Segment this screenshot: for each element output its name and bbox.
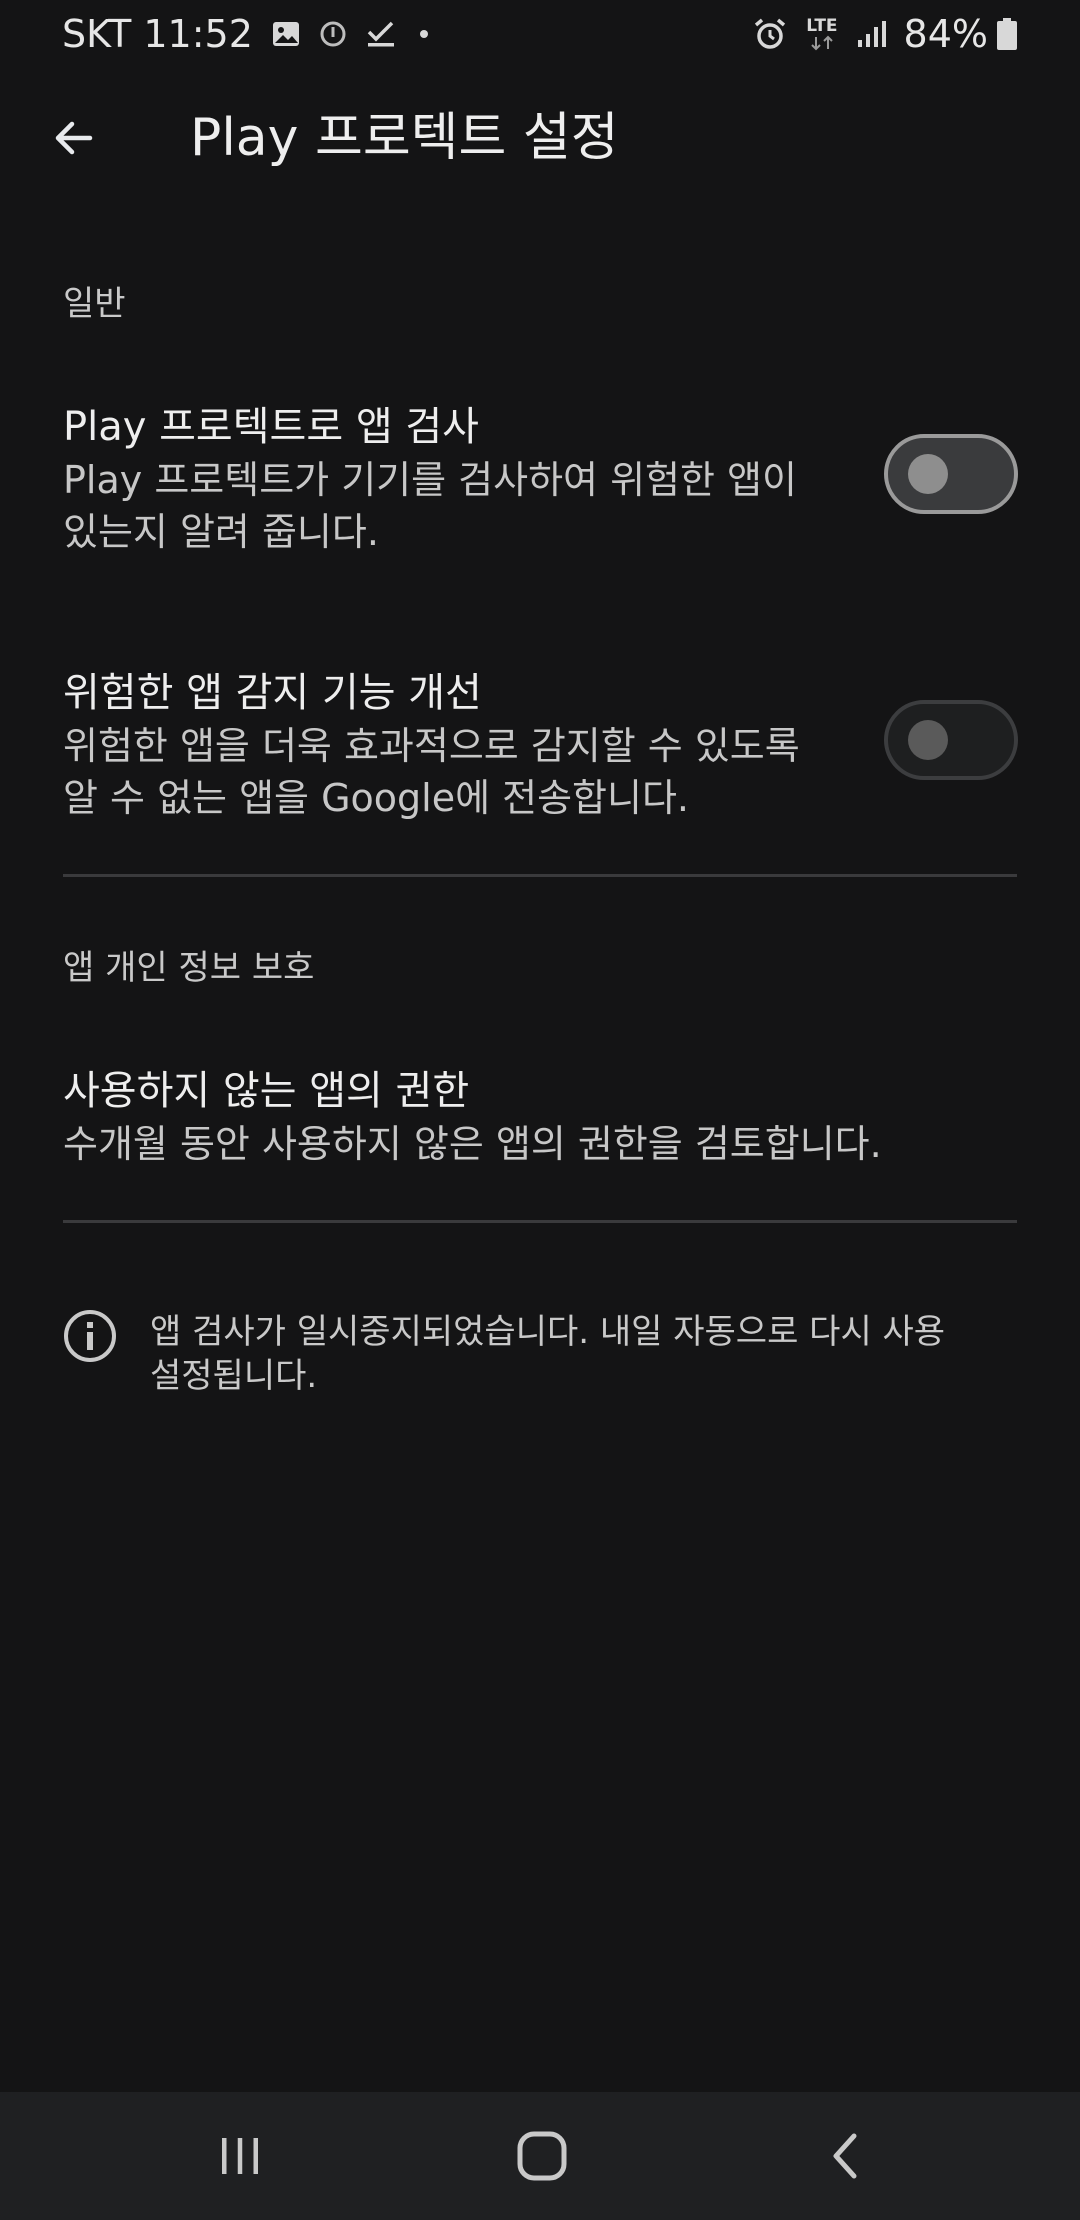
status-bar: SKT 11:52 LTE 84%: [0, 0, 1080, 68]
setting-description: Play 프로텍트가 기기를 검사하여 위험한 앱이 있는지 알려 줍니다.: [63, 454, 853, 558]
setting-description-line: Play 프로텍트가 기기를 검사하여 위험한 앱이: [63, 458, 797, 502]
gallery-icon: [271, 19, 301, 49]
toggle-knob: [908, 454, 948, 494]
setting-improve-detection[interactable]: 위험한 앱 감지 기능 개선 위험한 앱을 더욱 효과적으로 감지할 수 있도록…: [0, 652, 1080, 842]
signal-icon: [856, 19, 886, 49]
improve-detection-toggle[interactable]: [884, 700, 1018, 780]
page-title: Play 프로텍트 설정: [190, 108, 619, 168]
setting-title: 위험한 앱 감지 기능 개선: [63, 670, 482, 716]
lte-icon: LTE: [806, 15, 838, 51]
recents-button[interactable]: [200, 2116, 280, 2196]
setting-unused-permissions[interactable]: 사용하지 않는 앱의 권한 수개월 동안 사용하지 않은 앱의 권한을 검토합니…: [0, 1050, 1080, 1190]
setting-title: 사용하지 않는 앱의 권한: [63, 1068, 470, 1114]
status-right: LTE 84%: [752, 12, 1018, 56]
scan-apps-toggle[interactable]: [884, 434, 1018, 514]
back-icon: [833, 2133, 857, 2179]
info-note: 앱 검사가 일시중지되었습니다. 내일 자동으로 다시 사용 설정됩니다.: [0, 1306, 1080, 1406]
info-text-line: 설정됩니다.: [150, 1356, 318, 1396]
arrow-left-icon: [55, 121, 93, 155]
carrier-time: SKT 11:52: [62, 12, 253, 56]
status-left: SKT 11:52: [62, 12, 433, 56]
navigation-bar: [0, 2092, 1080, 2220]
setting-description: 위험한 앱을 더욱 효과적으로 감지할 수 있도록 알 수 없는 앱을 Goog…: [63, 720, 853, 824]
home-icon: [517, 2131, 567, 2181]
recents-icon: [222, 2138, 258, 2174]
section-header-privacy: 앱 개인 정보 보호: [63, 948, 315, 988]
setting-scan-apps[interactable]: Play 프로텍트로 앱 검사 Play 프로텍트가 기기를 검사하여 위험한 …: [0, 386, 1080, 576]
info-text: 앱 검사가 일시중지되었습니다. 내일 자동으로 다시 사용 설정됩니다.: [150, 1310, 1010, 1398]
dot-icon: [415, 25, 433, 43]
setting-title: Play 프로텍트로 앱 검사: [63, 404, 479, 450]
info-icon: [64, 1310, 116, 1362]
info-text-line: 앱 검사가 일시중지되었습니다. 내일 자동으로 다시 사용: [150, 1312, 946, 1352]
check-download-icon: [365, 18, 397, 50]
divider: [63, 1220, 1017, 1223]
alarm-icon: [752, 16, 788, 52]
back-nav-button[interactable]: [806, 2116, 886, 2196]
battery-percent: 84%: [903, 12, 988, 56]
alert-circle-icon: [319, 20, 347, 48]
battery-icon: [996, 17, 1018, 51]
setting-description-line: 있는지 알려 줍니다.: [63, 510, 379, 554]
setting-description-line: 알 수 없는 앱을 Google에 전송합니다.: [63, 776, 689, 820]
setting-description: 수개월 동안 사용하지 않은 앱의 권한을 검토합니다.: [63, 1122, 882, 1166]
setting-description-line: 위험한 앱을 더욱 효과적으로 감지할 수 있도록: [63, 724, 800, 768]
home-button[interactable]: [502, 2116, 582, 2196]
back-button[interactable]: [38, 102, 110, 174]
section-header-general: 일반: [63, 284, 126, 324]
toggle-knob: [908, 720, 948, 760]
lte-label: LTE: [806, 15, 838, 36]
divider: [63, 874, 1017, 877]
toolbar: Play 프로텍트 설정: [0, 80, 1080, 192]
